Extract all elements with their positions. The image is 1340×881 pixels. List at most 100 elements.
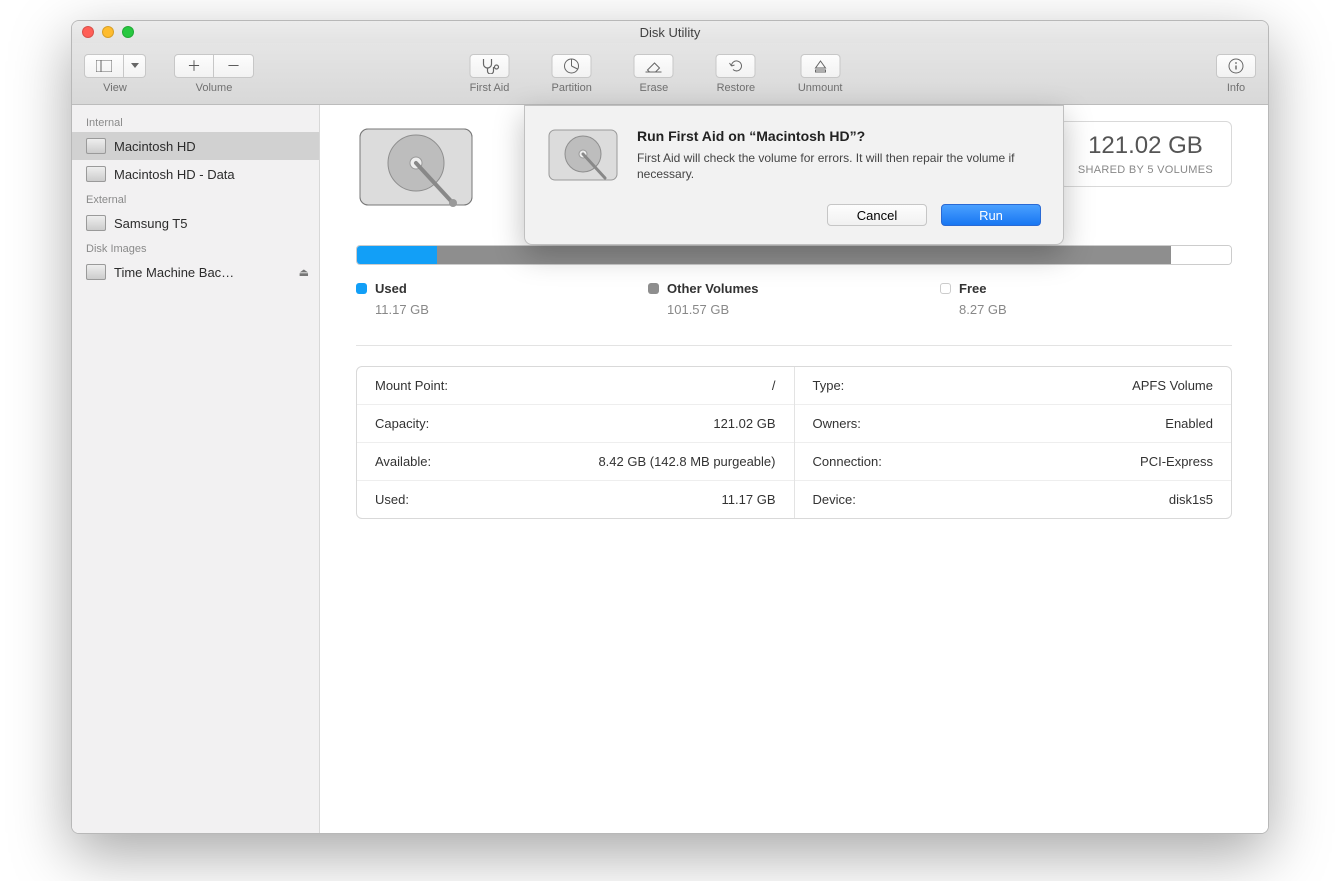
volume-large-icon — [356, 121, 481, 211]
details-right: Type: APFS Volume Owners: Enabled Connecti… — [795, 367, 1232, 518]
details-table: Mount Point: / Capacity: 121.02 GB Availab… — [356, 366, 1232, 519]
dialog-title: Run First Aid on “Macintosh HD”? — [637, 128, 1041, 144]
first-aid-button[interactable] — [470, 54, 510, 78]
dialog-body: Run First Aid on “Macintosh HD”? First A… — [637, 128, 1041, 226]
legend-used-label: Used — [375, 281, 407, 296]
detail-key: Mount Point: — [375, 378, 448, 393]
toolbar-info-group: Info — [1216, 54, 1256, 94]
eject-icon[interactable]: ⏏ — [299, 266, 309, 279]
disk-utility-window: Disk Utility View ＋ － V — [71, 20, 1269, 834]
detail-key: Connection: — [813, 454, 882, 469]
info-icon — [1228, 58, 1244, 74]
detail-value: disk1s5 — [1169, 492, 1213, 507]
legend-other: Other Volumes 101.57 GB — [648, 281, 940, 317]
dialog-text: First Aid will check the volume for erro… — [637, 150, 1041, 182]
eject-icon — [813, 59, 827, 73]
toolbar-unmount-label: Unmount — [798, 82, 843, 94]
toolbar-unmount-group: Unmount — [798, 54, 843, 94]
hard-drive-icon — [547, 128, 619, 186]
detail-key: Owners: — [813, 416, 861, 431]
toolbar-info-label: Info — [1227, 82, 1245, 94]
sidebar-item-macintosh-hd[interactable]: Macintosh HD — [72, 132, 319, 160]
toolbar-first-aid-label: First Aid — [470, 82, 510, 94]
sidebar-item-samsung-t5[interactable]: Samsung T5 — [72, 209, 319, 237]
capacity-box: 121.02 GB SHARED BY 5 VOLUMES — [1059, 121, 1232, 187]
toolbar-view-label: View — [103, 82, 127, 94]
toolbar: View ＋ － Volume First Aid — [72, 43, 1268, 105]
info-button[interactable] — [1216, 54, 1256, 78]
usage-segment-used — [357, 246, 437, 264]
swatch-other — [648, 283, 659, 294]
minus-icon: － — [227, 56, 241, 76]
toolbar-restore-group: Restore — [716, 54, 756, 94]
window-body: Internal Macintosh HD Macintosh HD - Dat… — [72, 105, 1268, 833]
legend-free-label: Free — [959, 281, 986, 296]
view-dropdown-button[interactable] — [124, 54, 146, 78]
sidebar-item-label: Macintosh HD — [114, 139, 196, 154]
usage-bar — [356, 245, 1232, 265]
usage-legend: Used 11.17 GB Other Volumes 101.57 GB Fr… — [356, 281, 1232, 317]
run-button[interactable]: Run — [941, 204, 1041, 226]
dialog-disk-icon — [547, 128, 619, 226]
detail-row-used: Used: 11.17 GB — [357, 480, 794, 518]
detail-value: PCI-Express — [1140, 454, 1213, 469]
cancel-button[interactable]: Cancel — [827, 204, 927, 226]
sidebar-item-time-machine-backup[interactable]: Time Machine Bac… ⏏ — [72, 258, 319, 286]
legend-other-value: 101.57 GB — [667, 302, 940, 317]
toolbar-first-aid-group: First Aid — [470, 54, 510, 94]
add-volume-button[interactable]: ＋ — [174, 54, 214, 78]
erase-button[interactable] — [634, 54, 674, 78]
detail-value: APFS Volume — [1132, 378, 1213, 393]
partition-button[interactable] — [552, 54, 592, 78]
remove-volume-button[interactable]: － — [214, 54, 254, 78]
view-mode-button[interactable] — [84, 54, 124, 78]
detail-key: Used: — [375, 492, 409, 507]
legend-free-value: 8.27 GB — [959, 302, 1232, 317]
detail-key: Type: — [813, 378, 845, 393]
toolbar-partition-label: Partition — [552, 82, 592, 94]
eraser-icon — [645, 59, 663, 73]
window-title: Disk Utility — [72, 25, 1268, 40]
detail-key: Capacity: — [375, 416, 429, 431]
toolbar-erase-group: Erase — [634, 54, 674, 94]
unmount-button[interactable] — [800, 54, 840, 78]
disk-icon — [86, 264, 106, 280]
detail-row-capacity: Capacity: 121.02 GB — [357, 404, 794, 442]
legend-used-value: 11.17 GB — [375, 302, 648, 317]
disk-icon — [86, 166, 106, 182]
toolbar-view-group: View — [84, 54, 146, 94]
sidebar-group-external: External — [72, 188, 319, 209]
detail-value: 121.02 GB — [713, 416, 775, 431]
sidebar-item-label: Time Machine Bac… — [114, 265, 234, 280]
sidebar-group-disk-images: Disk Images — [72, 237, 319, 258]
toolbar-volume-label: Volume — [196, 82, 233, 94]
detail-row-device: Device: disk1s5 — [795, 480, 1232, 518]
titlebar: Disk Utility — [72, 21, 1268, 43]
detail-row-owners: Owners: Enabled — [795, 404, 1232, 442]
pie-chart-icon — [563, 57, 581, 75]
first-aid-dialog: Run First Aid on “Macintosh HD”? First A… — [524, 105, 1064, 245]
details-left: Mount Point: / Capacity: 121.02 GB Availab… — [357, 367, 795, 518]
toolbar-restore-label: Restore — [717, 82, 756, 94]
sidebar-group-internal: Internal — [72, 111, 319, 132]
sidebar-item-macintosh-hd-data[interactable]: Macintosh HD - Data — [72, 160, 319, 188]
detail-key: Available: — [375, 454, 431, 469]
main-panel: 121.02 GB SHARED BY 5 VOLUMES Used 11.17… — [320, 105, 1268, 833]
swatch-used — [356, 283, 367, 294]
disk-icon — [86, 138, 106, 154]
detail-value: Enabled — [1165, 416, 1213, 431]
toolbar-volume-group: ＋ － Volume — [174, 54, 254, 94]
detail-row-type: Type: APFS Volume — [795, 367, 1232, 404]
detail-value: 11.17 GB — [722, 492, 776, 507]
separator — [356, 345, 1232, 346]
dialog-buttons: Cancel Run — [637, 204, 1041, 226]
plus-icon: ＋ — [187, 56, 201, 76]
legend-other-label: Other Volumes — [667, 281, 759, 296]
detail-value: / — [772, 378, 776, 393]
toolbar-partition-group: Partition — [552, 54, 592, 94]
detail-key: Device: — [813, 492, 856, 507]
restore-button[interactable] — [716, 54, 756, 78]
disk-icon — [86, 215, 106, 231]
toolbar-erase-label: Erase — [639, 82, 668, 94]
stethoscope-icon — [480, 58, 500, 74]
